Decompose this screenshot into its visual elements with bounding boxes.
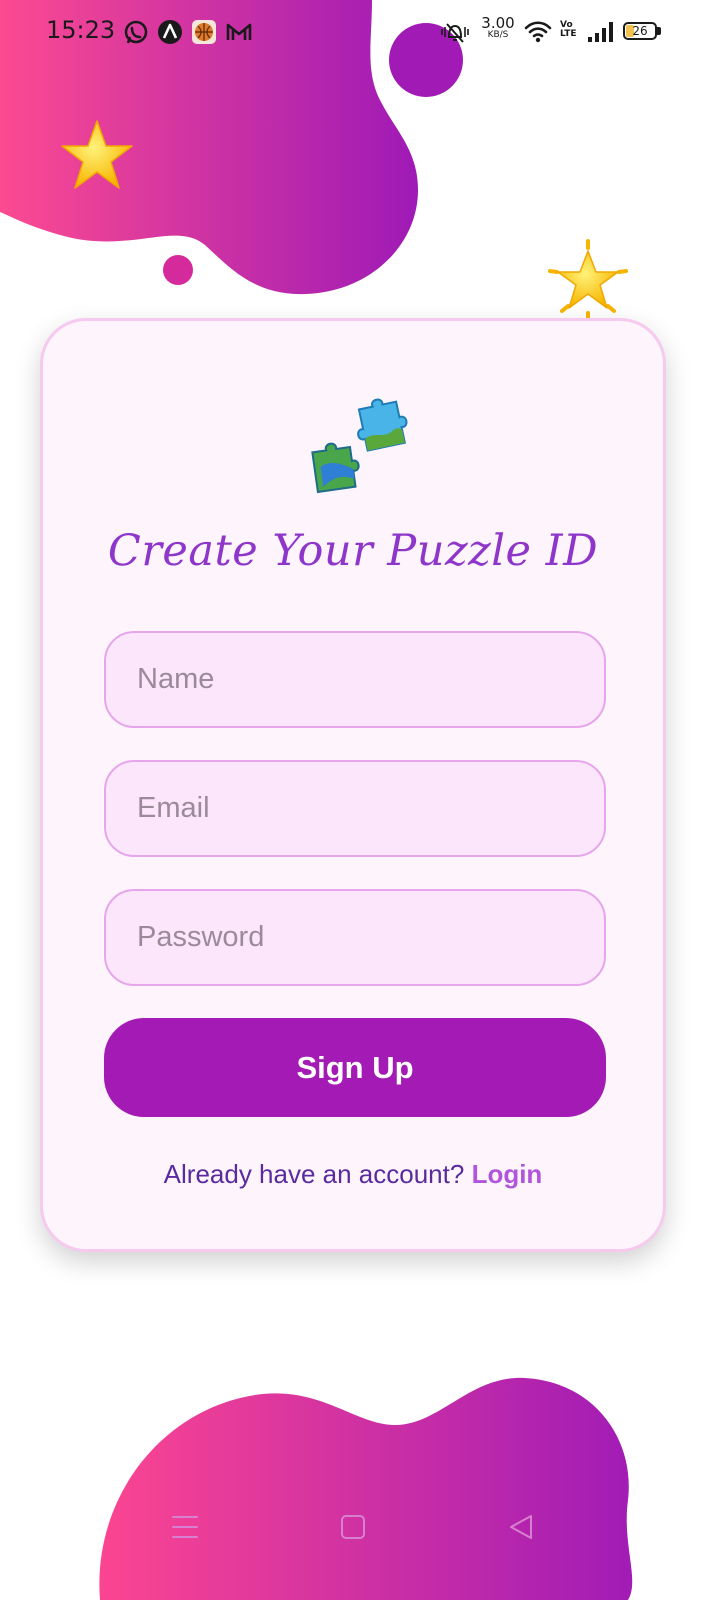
login-prompt: Already have an account? bbox=[163, 1159, 465, 1189]
volte-line2: LTE bbox=[560, 29, 577, 39]
back-triangle-icon[interactable] bbox=[496, 1502, 546, 1552]
glowing-star-icon bbox=[548, 239, 628, 321]
whatsapp-icon bbox=[124, 20, 148, 44]
login-link[interactable]: Login bbox=[472, 1159, 543, 1189]
signup-card: Create Your Puzzle ID Sign Up Already ha… bbox=[40, 318, 666, 1252]
bottom-blob bbox=[99, 1377, 633, 1600]
battery-level: 26 bbox=[632, 24, 648, 38]
wifi-icon bbox=[524, 21, 552, 43]
bell-off-icon bbox=[441, 23, 469, 43]
arc-a-icon bbox=[158, 20, 182, 44]
status-bar: 15:23 3.00 KB/S Vo LTE 26 bbox=[0, 0, 720, 64]
network-speed: 3.00 KB/S bbox=[478, 16, 518, 40]
home-square-icon[interactable] bbox=[328, 1502, 378, 1552]
puzzle-pieces-icon bbox=[311, 398, 408, 494]
gmail-icon bbox=[226, 23, 252, 40]
signal-icon bbox=[588, 22, 613, 42]
status-time: 15:23 bbox=[46, 16, 116, 44]
volte-indicator: Vo LTE bbox=[560, 21, 577, 39]
battery-tip bbox=[657, 27, 661, 35]
network-speed-value: 3.00 bbox=[481, 14, 515, 32]
email-field[interactable] bbox=[104, 760, 606, 857]
password-field[interactable] bbox=[104, 889, 606, 986]
battery-icon: 26 bbox=[623, 22, 657, 40]
small-bubble-left bbox=[163, 255, 193, 285]
login-prompt-row: Already have an account? Login bbox=[43, 1159, 663, 1190]
menu-icon[interactable] bbox=[160, 1502, 210, 1552]
signup-button[interactable]: Sign Up bbox=[104, 1018, 606, 1117]
page-title: Create Your Puzzle ID bbox=[107, 526, 599, 576]
name-field[interactable] bbox=[104, 631, 606, 728]
network-speed-unit: KB/S bbox=[487, 30, 509, 40]
navigation-bar bbox=[0, 1490, 720, 1560]
basketball-app-icon bbox=[192, 20, 216, 44]
